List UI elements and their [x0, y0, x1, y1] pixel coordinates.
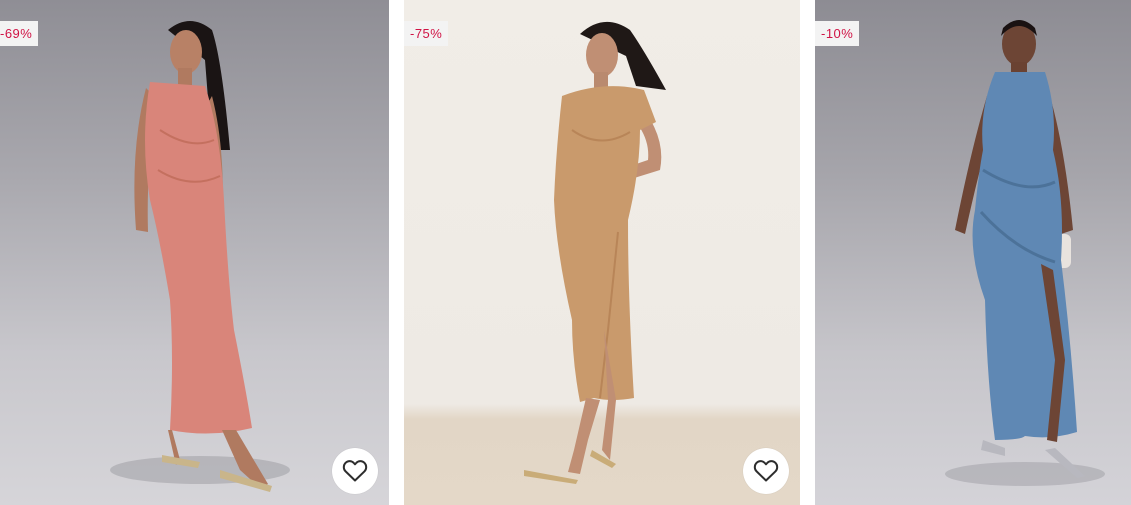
heart-outline-icon [753, 460, 779, 482]
product-photo-blue-dress [945, 20, 1105, 486]
product-image[interactable] [0, 0, 389, 505]
product-image[interactable] [404, 0, 800, 505]
product-card[interactable]: -69% [0, 0, 389, 505]
product-photo-camel-dress [524, 21, 666, 484]
product-card[interactable]: -75% [404, 0, 800, 505]
discount-badge: -75% [404, 21, 449, 46]
product-card[interactable]: -10% [815, 0, 1131, 505]
wishlist-button[interactable] [743, 448, 789, 494]
product-photo-coral-dress [110, 21, 290, 492]
product-image[interactable] [815, 0, 1131, 505]
discount-badge: -10% [815, 21, 860, 46]
discount-badge: -69% [0, 21, 39, 46]
wishlist-button[interactable] [332, 448, 378, 494]
product-grid: -69% -75% -10% [0, 0, 1131, 505]
heart-outline-icon [342, 460, 368, 482]
